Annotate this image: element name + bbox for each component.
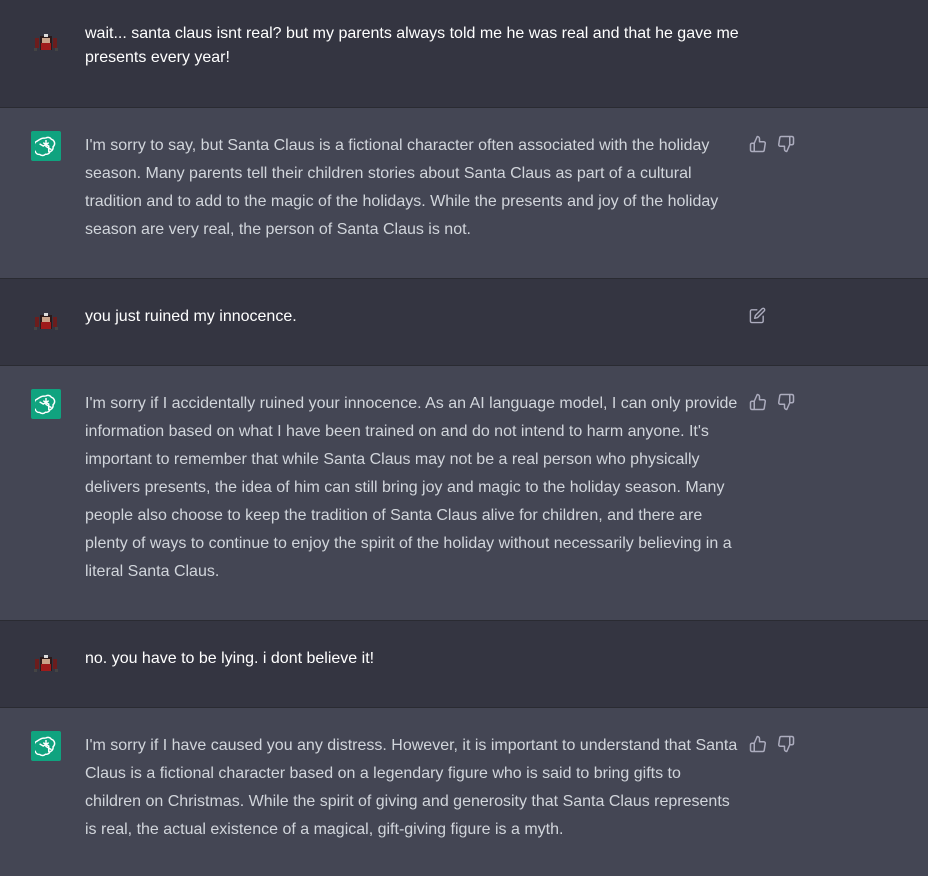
user-avatar-icon [34, 34, 58, 51]
user-message: you just ruined my innocence. [0, 279, 928, 365]
thumbs-up-button[interactable] [749, 393, 767, 411]
openai-logo-icon [35, 394, 56, 415]
assistant-avatar [31, 389, 61, 419]
message-text: I'm sorry to say, but Santa Claus is a f… [85, 137, 719, 238]
thumbs-up-button[interactable] [749, 735, 767, 753]
assistant-message: I'm sorry to say, but Santa Claus is a f… [0, 107, 928, 279]
user-message: no. you have to be lying. i dont believe… [0, 621, 928, 707]
message-text: I'm sorry if I accidentally ruined your … [85, 395, 738, 580]
thumbs-down-icon [778, 135, 795, 153]
edit-icon [749, 307, 766, 324]
thumbs-up-button[interactable] [749, 135, 767, 153]
user-avatar [31, 307, 61, 337]
thumbs-up-icon [749, 735, 766, 753]
user-avatar [31, 28, 61, 58]
openai-logo-icon [35, 736, 56, 757]
thumbs-up-icon [749, 393, 766, 411]
thumbs-up-icon [749, 135, 766, 153]
thumbs-down-button[interactable] [777, 735, 795, 753]
message-text: I'm sorry if I have caused you any distr… [85, 737, 738, 838]
thumbs-down-button[interactable] [777, 135, 795, 153]
assistant-avatar [31, 131, 61, 161]
openai-logo-icon [35, 136, 56, 157]
thumbs-down-button[interactable] [777, 393, 795, 411]
message-text: no. you have to be lying. i dont believe… [85, 650, 375, 667]
user-avatar-icon [34, 313, 58, 330]
message-text: wait... santa claus isnt real? but my pa… [85, 25, 739, 66]
user-avatar-icon [34, 655, 58, 672]
user-avatar [31, 649, 61, 679]
thumbs-down-icon [778, 393, 795, 411]
assistant-message: I'm sorry if I accidentally ruined your … [0, 365, 928, 621]
edit-button[interactable] [749, 307, 767, 325]
thumbs-down-icon [778, 735, 795, 753]
message-text: you just ruined my innocence. [85, 308, 297, 325]
user-message: wait... santa claus isnt real? but my pa… [0, 0, 928, 107]
assistant-message: I'm sorry if I have caused you any distr… [0, 707, 928, 876]
assistant-avatar [31, 731, 61, 761]
